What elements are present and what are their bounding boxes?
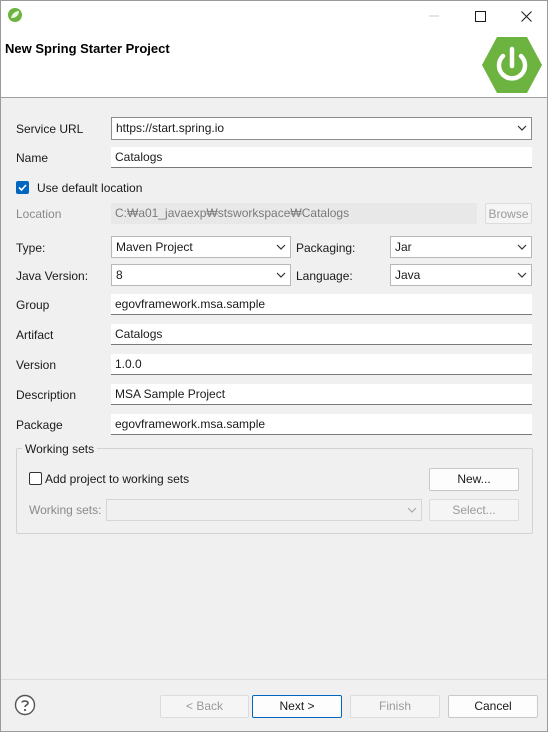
chevron-down-icon: [276, 272, 286, 278]
service-url-label: Service URL: [16, 122, 84, 136]
close-button[interactable]: [503, 1, 548, 31]
title-bar: [1, 1, 547, 31]
java-version-combo[interactable]: 8: [111, 264, 291, 286]
type-label: Type:: [16, 241, 46, 255]
use-default-location-checkbox[interactable]: [16, 181, 29, 194]
service-url-value: https://start.spring.io: [116, 121, 225, 135]
packaging-combo[interactable]: Jar: [390, 236, 532, 258]
name-field[interactable]: Catalogs: [111, 147, 532, 168]
artifact-field[interactable]: Catalogs: [111, 324, 532, 345]
minimize-icon: [429, 15, 439, 17]
working-sets-combo: [106, 499, 422, 521]
page-title: New Spring Starter Project: [5, 41, 170, 56]
artifact-label: Artifact: [16, 328, 54, 342]
maximize-icon: [474, 10, 486, 22]
finish-button: Finish: [350, 695, 440, 718]
cancel-button[interactable]: Cancel: [448, 695, 538, 718]
language-label: Language:: [296, 269, 353, 283]
java-version-value: 8: [116, 268, 123, 282]
working-sets-title: Working sets: [22, 442, 98, 456]
working-sets-group: [16, 448, 533, 534]
add-to-working-sets-label: Add project to working sets: [45, 472, 190, 486]
working-sets-label: Working sets:: [29, 503, 102, 517]
add-to-working-sets-checkbox[interactable]: [29, 472, 42, 485]
packaging-value: Jar: [395, 240, 412, 254]
next-button[interactable]: Next >: [252, 695, 342, 718]
chevron-down-icon: [407, 507, 417, 513]
wizard-header: New Spring Starter Project: [1, 31, 547, 98]
footer-separator: [1, 679, 547, 680]
type-combo[interactable]: Maven Project: [111, 236, 291, 258]
group-label: Group: [16, 298, 50, 312]
back-button: < Back: [160, 695, 249, 718]
language-combo[interactable]: Java: [390, 264, 532, 286]
spring-power-logo: [482, 37, 542, 93]
name-label: Name: [16, 151, 49, 165]
service-url-combo[interactable]: https://start.spring.io: [111, 117, 532, 140]
close-icon: [520, 10, 532, 22]
new-working-set-button[interactable]: New...: [429, 468, 519, 491]
minimize-button[interactable]: [411, 1, 457, 31]
location-label: Location: [16, 207, 62, 221]
chevron-down-icon: [517, 244, 527, 250]
description-field[interactable]: MSA Sample Project: [111, 384, 532, 405]
description-label: Description: [16, 388, 77, 402]
select-working-sets-button: Select...: [429, 499, 519, 521]
maximize-button[interactable]: [457, 1, 503, 31]
packaging-label: Packaging:: [296, 241, 356, 255]
dialog-window: New Spring Starter Project Service URL h…: [0, 0, 548, 732]
help-icon[interactable]: [14, 694, 36, 716]
group-field[interactable]: egovframework.msa.sample: [111, 294, 532, 315]
chevron-down-icon: [276, 244, 286, 250]
use-default-location-label: Use default location: [37, 181, 143, 195]
chevron-down-icon: [517, 125, 527, 131]
language-value: Java: [395, 268, 421, 282]
package-field[interactable]: egovframework.msa.sample: [111, 414, 532, 435]
java-version-label: Java Version:: [16, 269, 89, 283]
version-field[interactable]: 1.0.0: [111, 354, 532, 375]
browse-button: Browse: [485, 203, 532, 224]
type-value: Maven Project: [116, 240, 193, 254]
spring-leaf-icon: [8, 8, 22, 22]
location-field: C:₩a01_javaexp₩stsworkspace₩Catalogs: [111, 203, 477, 224]
check-icon: [18, 184, 27, 192]
version-label: Version: [16, 358, 57, 372]
chevron-down-icon: [517, 272, 527, 278]
package-label: Package: [16, 418, 63, 432]
